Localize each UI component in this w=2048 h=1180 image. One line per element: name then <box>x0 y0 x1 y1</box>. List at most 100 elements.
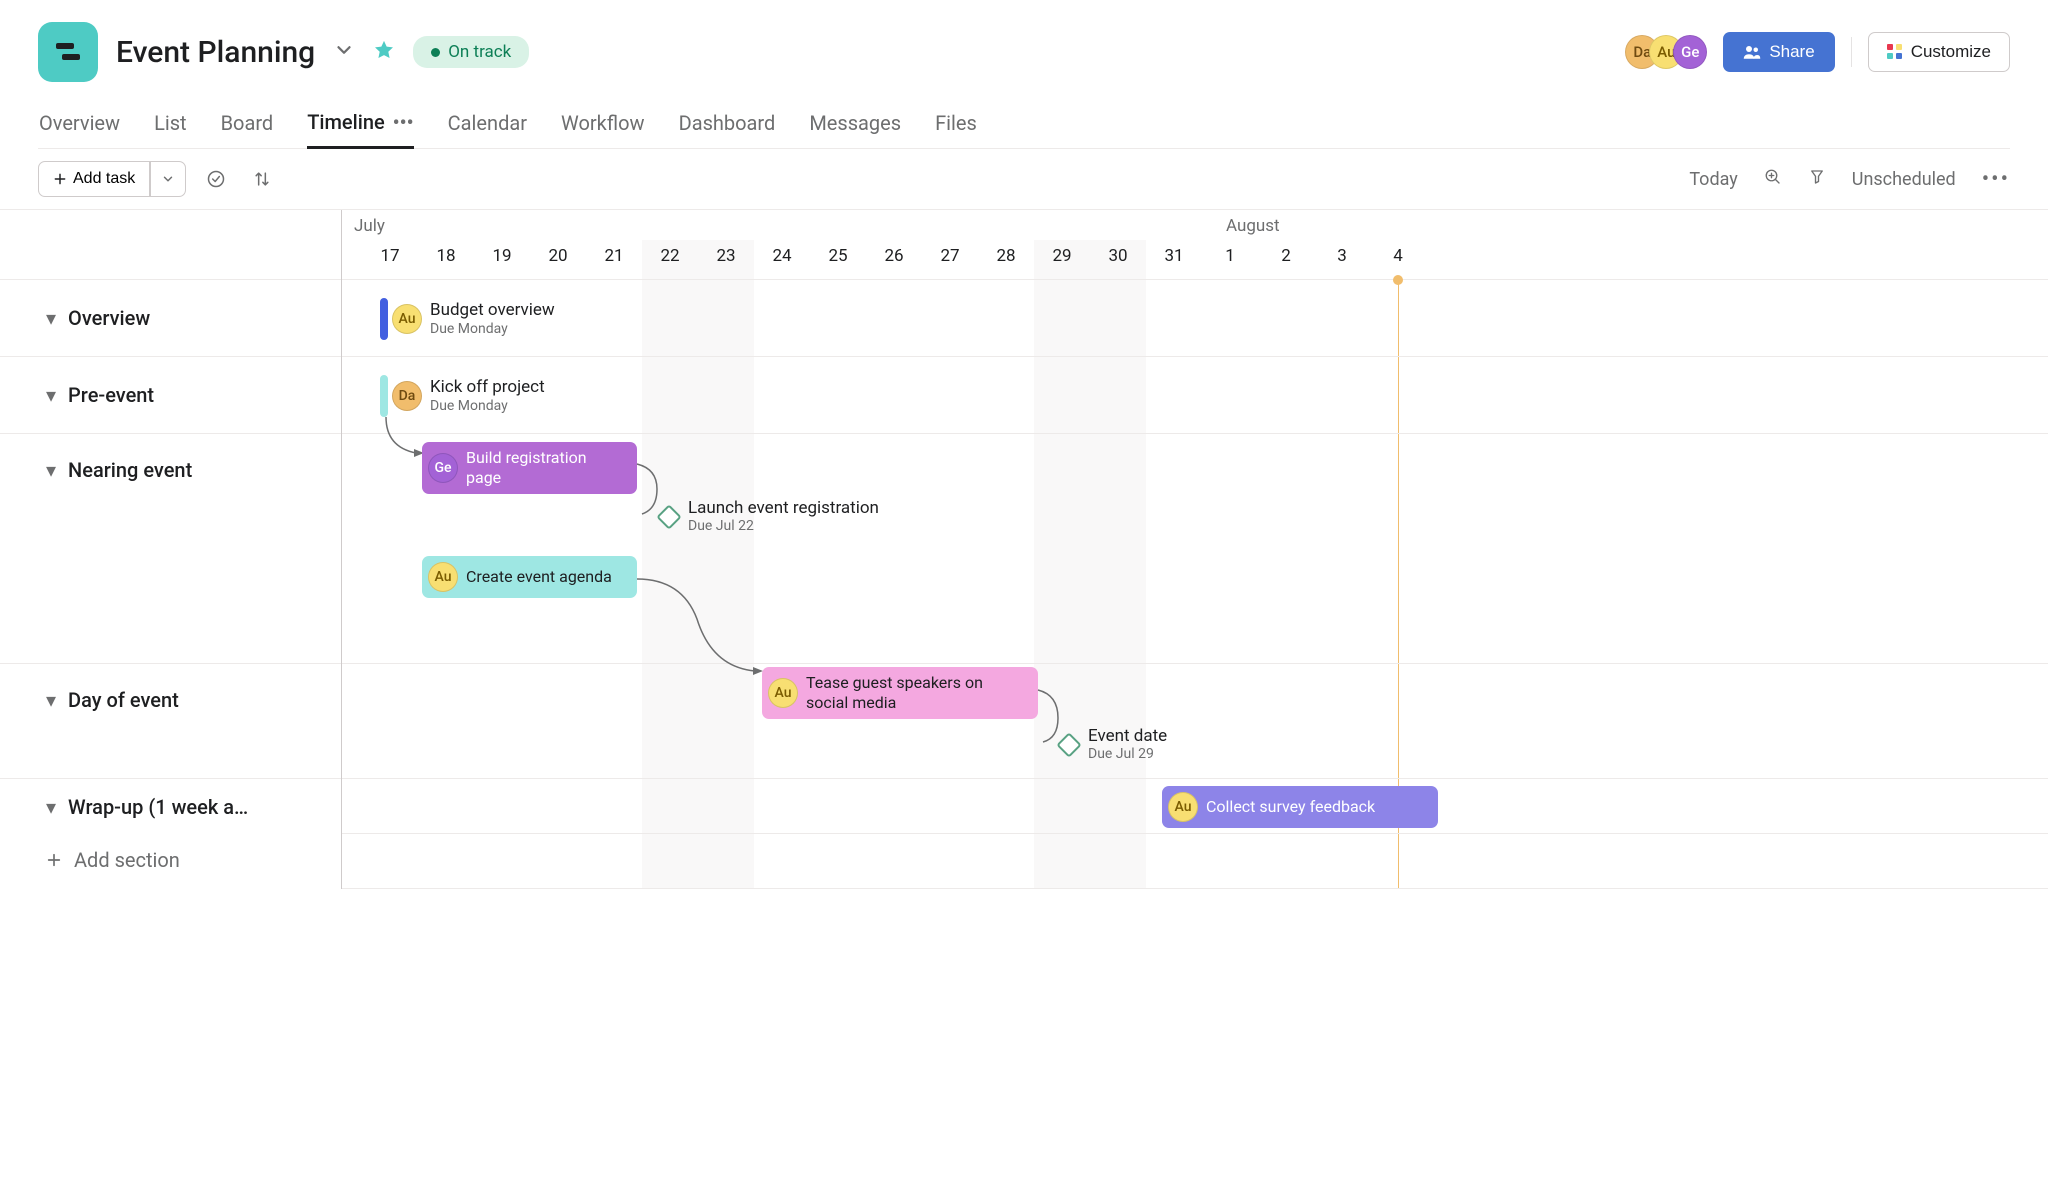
tab-board[interactable]: Board <box>221 110 274 148</box>
task-subtitle: Due Monday <box>430 321 555 338</box>
tab-overview[interactable]: Overview <box>39 110 120 148</box>
section-nearing-event[interactable]: ▾ Nearing event <box>0 434 341 664</box>
project-tabs: Overview List Board Timeline ••• Calenda… <box>38 110 2010 149</box>
add-section-button[interactable]: Add section <box>0 834 341 886</box>
tab-more-icon[interactable]: ••• <box>393 110 414 134</box>
task-title: Collect survey feedback <box>1206 797 1375 817</box>
people-icon <box>1743 44 1761 60</box>
lane-pre-event: Da Kick off project Due Monday <box>342 357 2048 434</box>
month-header: July August <box>342 210 2048 240</box>
section-label: Pre-event <box>68 383 154 407</box>
timeline-toolbar: Add task Today Unscheduled ••• <box>0 149 2048 210</box>
section-day-of-event[interactable]: ▾ Day of event <box>0 664 341 779</box>
tab-dashboard[interactable]: Dashboard <box>679 110 776 148</box>
mark-complete-icon[interactable] <box>200 163 232 195</box>
lane-day-of-event: Au Tease guest speakers on social media … <box>342 664 2048 779</box>
task-avatar: Au <box>392 304 422 334</box>
status-dot-icon <box>431 48 440 57</box>
section-pre-event[interactable]: ▾ Pre-event <box>0 357 341 434</box>
milestone-icon <box>656 504 681 529</box>
star-icon[interactable] <box>373 39 395 65</box>
milestone-launch-registration[interactable]: Launch event registration Due Jul 22 <box>660 498 879 535</box>
date-cell: 24 <box>754 240 810 266</box>
date-cell: 18 <box>418 240 474 266</box>
task-collect-survey-feedback[interactable]: Au Collect survey feedback <box>1162 786 1438 828</box>
add-task-button[interactable]: Add task <box>38 161 150 197</box>
grid-icon <box>1887 44 1903 60</box>
milestone-event-date[interactable]: Event date Due Jul 29 <box>1060 726 1167 763</box>
project-menu-chevron[interactable] <box>333 39 355 65</box>
tab-list[interactable]: List <box>154 110 187 148</box>
section-label: Nearing event <box>68 458 192 482</box>
lane-wrap-up: Au Collect survey feedback <box>342 779 2048 834</box>
add-task-label: Add task <box>73 170 135 188</box>
customize-button[interactable]: Customize <box>1868 32 2010 72</box>
caret-down-icon: ▾ <box>46 458 56 482</box>
task-title: Launch event registration <box>688 498 879 518</box>
customize-label: Customize <box>1911 42 1991 62</box>
caret-down-icon: ▾ <box>46 795 56 819</box>
task-title: Create event agenda <box>466 567 612 587</box>
tab-calendar[interactable]: Calendar <box>448 110 527 148</box>
tab-timeline-label: Timeline <box>307 110 384 134</box>
member-avatars[interactable]: Da Au Ge <box>1625 35 1707 69</box>
sort-icon[interactable] <box>246 163 278 195</box>
task-avatar: Da <box>392 381 422 411</box>
status-text: On track <box>448 42 511 62</box>
task-avatar: Au <box>768 678 798 708</box>
task-title: Event date <box>1088 726 1167 746</box>
date-cell: 19 <box>474 240 530 266</box>
caret-down-icon: ▾ <box>46 306 56 330</box>
date-cell: 22 <box>642 240 698 266</box>
task-avatar: Ge <box>428 453 458 483</box>
unscheduled-button[interactable]: Unscheduled <box>1852 169 1956 190</box>
section-list: ▾ Overview ▾ Pre-event ▾ Nearing event ▾… <box>0 210 342 889</box>
section-wrap-up[interactable]: ▾ Wrap-up (1 week a… <box>0 779 341 834</box>
date-cell: 20 <box>530 240 586 266</box>
section-label: Overview <box>68 306 150 330</box>
add-task-dropdown[interactable] <box>150 161 186 197</box>
date-cell: 25 <box>810 240 866 266</box>
task-kick-off-project[interactable]: Da Kick off project Due Monday <box>380 375 545 417</box>
task-subtitle: Due Jul 22 <box>688 518 879 535</box>
date-cell: 1 <box>1202 240 1258 266</box>
task-tease-speakers[interactable]: Au Tease guest speakers on social media <box>762 667 1038 719</box>
task-build-registration-page[interactable]: Ge Build registration page <box>422 442 637 494</box>
task-budget-overview[interactable]: Au Budget overview Due Monday <box>380 298 555 340</box>
date-cell: 29 <box>1034 240 1090 266</box>
date-cell: 3 <box>1314 240 1370 266</box>
date-cell: 2 <box>1258 240 1314 266</box>
more-actions-icon[interactable]: ••• <box>1982 167 2010 192</box>
task-title: Kick off project <box>430 377 545 397</box>
tab-timeline[interactable]: Timeline ••• <box>307 110 413 149</box>
avatar[interactable]: Ge <box>1673 35 1707 69</box>
date-cell: 28 <box>978 240 1034 266</box>
color-legend-icon[interactable] <box>1808 168 1826 191</box>
share-button[interactable]: Share <box>1723 32 1834 72</box>
section-overview[interactable]: ▾ Overview <box>0 280 341 357</box>
task-pill <box>380 375 388 417</box>
task-pill <box>380 298 388 340</box>
timeline-grid[interactable]: July August 1718192021222324252627282930… <box>342 210 2048 889</box>
caret-down-icon: ▾ <box>46 688 56 712</box>
project-icon <box>38 22 98 82</box>
tab-messages[interactable]: Messages <box>809 110 901 148</box>
zoom-icon[interactable] <box>1764 168 1782 191</box>
lane-nearing-event: Ge Build registration page Launch event … <box>342 434 2048 664</box>
task-create-event-agenda[interactable]: Au Create event agenda <box>422 556 637 598</box>
share-label: Share <box>1769 42 1814 62</box>
task-title: Budget overview <box>430 300 555 320</box>
today-button[interactable]: Today <box>1689 169 1737 190</box>
date-cell: 30 <box>1090 240 1146 266</box>
tab-files[interactable]: Files <box>935 110 977 148</box>
plus-icon <box>53 172 67 186</box>
project-glyph-icon <box>53 40 83 64</box>
lane-empty <box>342 834 2048 889</box>
project-title[interactable]: Event Planning <box>116 35 315 70</box>
tab-workflow[interactable]: Workflow <box>561 110 645 148</box>
date-cell: 27 <box>922 240 978 266</box>
status-pill[interactable]: On track <box>413 36 529 68</box>
task-subtitle: Due Jul 29 <box>1088 746 1167 763</box>
date-cell: 17 <box>362 240 418 266</box>
task-subtitle: Due Monday <box>430 398 545 415</box>
